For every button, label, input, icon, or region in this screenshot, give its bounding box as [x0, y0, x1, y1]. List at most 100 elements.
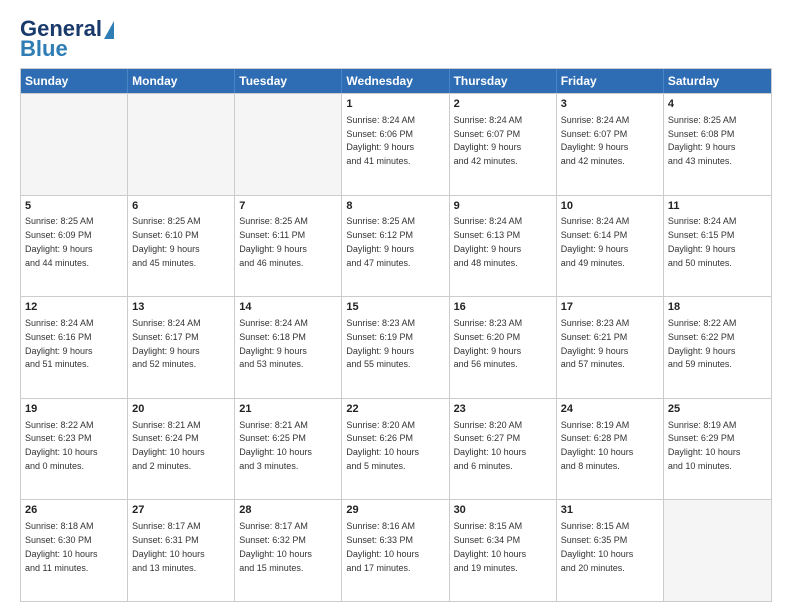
day-number: 6	[132, 199, 230, 214]
logo-triangle-icon	[104, 21, 114, 39]
day-info: Sunrise: 8:24 AMSunset: 6:07 PMDaylight:…	[561, 115, 630, 166]
calendar-cell: 26 Sunrise: 8:18 AMSunset: 6:30 PMDayligh…	[21, 500, 128, 601]
calendar-cell: 10Sunrise: 8:24 AMSunset: 6:14 PMDayligh…	[557, 196, 664, 297]
day-info: Sunrise: 8:17 AMSunset: 6:32 PMDaylight:…	[239, 521, 312, 572]
calendar-cell: 21Sunrise: 8:21 AMSunset: 6:25 PMDayligh…	[235, 399, 342, 500]
day-info: Sunrise: 8:23 AMSunset: 6:21 PMDaylight:…	[561, 318, 630, 369]
day-info: Sunrise: 8:20 AMSunset: 6:26 PMDaylight:…	[346, 420, 419, 471]
calendar-cell: 15 Sunrise: 8:23 AMSunset: 6:19 PMDayligh…	[342, 297, 449, 398]
logo-blue-text: Blue	[20, 38, 68, 60]
day-info: Sunrise: 8:25 AMSunset: 6:12 PMDaylight:…	[346, 216, 415, 267]
calendar-cell	[664, 500, 771, 601]
calendar-cell	[128, 94, 235, 195]
calendar-header: SundayMondayTuesdayWednesdayThursdayFrid…	[21, 69, 771, 93]
weekday-header: Monday	[128, 69, 235, 93]
day-info: Sunrise: 8:15 AMSunset: 6:35 PMDaylight:…	[561, 521, 634, 572]
calendar: SundayMondayTuesdayWednesdayThursdayFrid…	[20, 68, 772, 602]
day-number: 30	[454, 503, 552, 518]
day-number: 5	[25, 199, 123, 214]
calendar-cell: 8 Sunrise: 8:25 AMSunset: 6:12 PMDaylight…	[342, 196, 449, 297]
calendar-cell	[235, 94, 342, 195]
calendar-cell: 7 Sunrise: 8:25 AMSunset: 6:11 PMDaylight…	[235, 196, 342, 297]
calendar-cell: 19 Sunrise: 8:22 AMSunset: 6:23 PMDayligh…	[21, 399, 128, 500]
day-info: Sunrise: 8:25 AMSunset: 6:10 PMDaylight:…	[132, 216, 201, 267]
calendar-cell: 5 Sunrise: 8:25 AMSunset: 6:09 PMDaylight…	[21, 196, 128, 297]
day-number: 19	[25, 402, 123, 417]
day-number: 12	[25, 300, 123, 315]
day-info: Sunrise: 8:19 AMSunset: 6:29 PMDaylight:…	[668, 420, 741, 471]
day-number: 26	[25, 503, 123, 518]
day-info: Sunrise: 8:24 AMSunset: 6:17 PMDaylight:…	[132, 318, 201, 369]
calendar-cell: 2Sunrise: 8:24 AMSunset: 6:07 PMDaylight…	[450, 94, 557, 195]
day-number: 1	[346, 97, 444, 112]
day-number: 28	[239, 503, 337, 518]
day-number: 2	[454, 97, 552, 112]
day-number: 9	[454, 199, 552, 214]
weekday-header: Thursday	[450, 69, 557, 93]
calendar-cell: 4 Sunrise: 8:25 AMSunset: 6:08 PMDaylight…	[664, 94, 771, 195]
day-number: 31	[561, 503, 659, 518]
day-info: Sunrise: 8:25 AMSunset: 6:11 PMDaylight:…	[239, 216, 308, 267]
day-info: Sunrise: 8:24 AMSunset: 6:13 PMDaylight:…	[454, 216, 523, 267]
day-info: Sunrise: 8:22 AMSunset: 6:23 PMDaylight:…	[25, 420, 98, 471]
calendar-cell: 18 Sunrise: 8:22 AMSunset: 6:22 PMDayligh…	[664, 297, 771, 398]
calendar-cell: 12Sunrise: 8:24 AMSunset: 6:16 PMDayligh…	[21, 297, 128, 398]
calendar-cell: 30 Sunrise: 8:15 AMSunset: 6:34 PMDayligh…	[450, 500, 557, 601]
day-number: 23	[454, 402, 552, 417]
day-number: 15	[346, 300, 444, 315]
day-info: Sunrise: 8:24 AMSunset: 6:15 PMDaylight:…	[668, 216, 737, 267]
calendar-cell: 29 Sunrise: 8:16 AMSunset: 6:33 PMDayligh…	[342, 500, 449, 601]
weekday-header: Tuesday	[235, 69, 342, 93]
day-info: Sunrise: 8:23 AMSunset: 6:19 PMDaylight:…	[346, 318, 415, 369]
calendar-cell: 1Sunrise: 8:24 AMSunset: 6:06 PMDaylight…	[342, 94, 449, 195]
day-number: 14	[239, 300, 337, 315]
logo: General Blue	[20, 18, 114, 60]
calendar-cell: 3 Sunrise: 8:24 AMSunset: 6:07 PMDaylight…	[557, 94, 664, 195]
day-info: Sunrise: 8:15 AMSunset: 6:34 PMDaylight:…	[454, 521, 527, 572]
calendar-cell	[21, 94, 128, 195]
day-number: 24	[561, 402, 659, 417]
weekday-header: Saturday	[664, 69, 771, 93]
day-number: 4	[668, 97, 767, 112]
day-info: Sunrise: 8:17 AMSunset: 6:31 PMDaylight:…	[132, 521, 205, 572]
day-number: 7	[239, 199, 337, 214]
day-info: Sunrise: 8:24 AMSunset: 6:14 PMDaylight:…	[561, 216, 630, 267]
weekday-header: Wednesday	[342, 69, 449, 93]
day-number: 20	[132, 402, 230, 417]
day-number: 18	[668, 300, 767, 315]
day-info: Sunrise: 8:20 AMSunset: 6:27 PMDaylight:…	[454, 420, 527, 471]
calendar-cell: 9 Sunrise: 8:24 AMSunset: 6:13 PMDaylight…	[450, 196, 557, 297]
day-number: 11	[668, 199, 767, 214]
day-info: Sunrise: 8:22 AMSunset: 6:22 PMDaylight:…	[668, 318, 737, 369]
calendar-cell: 22 Sunrise: 8:20 AMSunset: 6:26 PMDayligh…	[342, 399, 449, 500]
calendar-row: 5 Sunrise: 8:25 AMSunset: 6:09 PMDaylight…	[21, 195, 771, 297]
calendar-cell: 17Sunrise: 8:23 AMSunset: 6:21 PMDayligh…	[557, 297, 664, 398]
calendar-cell: 28 Sunrise: 8:17 AMSunset: 6:32 PMDayligh…	[235, 500, 342, 601]
calendar-row: 26 Sunrise: 8:18 AMSunset: 6:30 PMDayligh…	[21, 499, 771, 601]
day-info: Sunrise: 8:16 AMSunset: 6:33 PMDaylight:…	[346, 521, 419, 572]
day-info: Sunrise: 8:25 AMSunset: 6:09 PMDaylight:…	[25, 216, 94, 267]
day-number: 3	[561, 97, 659, 112]
day-number: 22	[346, 402, 444, 417]
day-number: 29	[346, 503, 444, 518]
day-info: Sunrise: 8:19 AMSunset: 6:28 PMDaylight:…	[561, 420, 634, 471]
day-number: 16	[454, 300, 552, 315]
calendar-cell: 20 Sunrise: 8:21 AMSunset: 6:24 PMDayligh…	[128, 399, 235, 500]
calendar-cell: 16 Sunrise: 8:23 AMSunset: 6:20 PMDayligh…	[450, 297, 557, 398]
day-info: Sunrise: 8:21 AMSunset: 6:24 PMDaylight:…	[132, 420, 205, 471]
day-info: Sunrise: 8:25 AMSunset: 6:08 PMDaylight:…	[668, 115, 737, 166]
calendar-body: 1Sunrise: 8:24 AMSunset: 6:06 PMDaylight…	[21, 93, 771, 601]
day-number: 8	[346, 199, 444, 214]
calendar-cell: 6 Sunrise: 8:25 AMSunset: 6:10 PMDaylight…	[128, 196, 235, 297]
calendar-row: 12Sunrise: 8:24 AMSunset: 6:16 PMDayligh…	[21, 296, 771, 398]
calendar-cell: 11 Sunrise: 8:24 AMSunset: 6:15 PMDayligh…	[664, 196, 771, 297]
calendar-cell: 27Sunrise: 8:17 AMSunset: 6:31 PMDayligh…	[128, 500, 235, 601]
calendar-cell: 25Sunrise: 8:19 AMSunset: 6:29 PMDayligh…	[664, 399, 771, 500]
day-info: Sunrise: 8:18 AMSunset: 6:30 PMDaylight:…	[25, 521, 98, 572]
day-info: Sunrise: 8:23 AMSunset: 6:20 PMDaylight:…	[454, 318, 523, 369]
calendar-cell: 13Sunrise: 8:24 AMSunset: 6:17 PMDayligh…	[128, 297, 235, 398]
calendar-cell: 23 Sunrise: 8:20 AMSunset: 6:27 PMDayligh…	[450, 399, 557, 500]
calendar-cell: 31 Sunrise: 8:15 AMSunset: 6:35 PMDayligh…	[557, 500, 664, 601]
weekday-header: Friday	[557, 69, 664, 93]
header: General Blue	[20, 18, 772, 60]
